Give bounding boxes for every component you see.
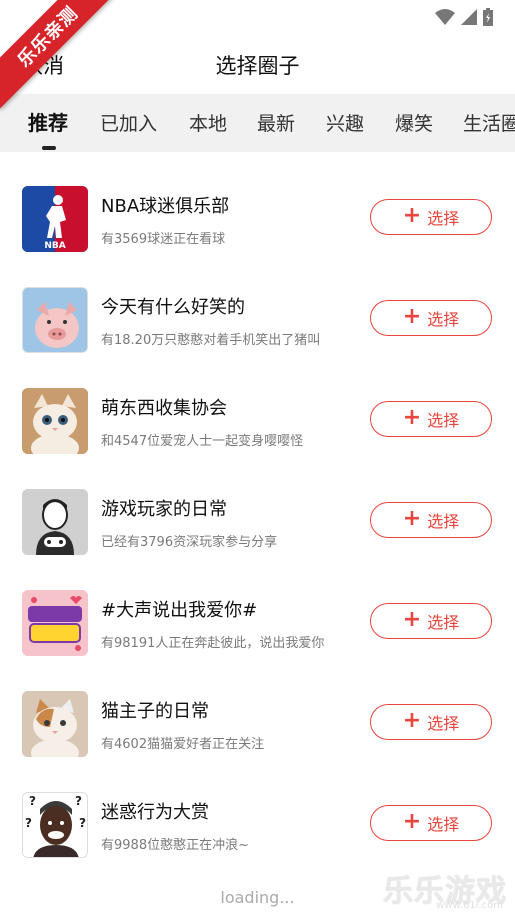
circle-name: 游戏玩家的日常 bbox=[101, 499, 227, 520]
circle-desc: 有3569球迷正在看球 bbox=[101, 232, 226, 247]
plus-icon: + bbox=[402, 405, 422, 430]
plus-icon: + bbox=[402, 203, 422, 228]
list-item[interactable]: ? ? ? ? 迷惑行为大赏 有9988位憨憨正在冲浪~ + 选择 bbox=[0, 758, 515, 859]
list-item[interactable]: 萌东西收集协会 和4547位爱宠人士一起变身嘤嘤怪 + 选择 bbox=[0, 354, 515, 455]
select-button[interactable]: + 选择 bbox=[370, 603, 492, 639]
header: 取消 选择圈子 bbox=[0, 36, 515, 94]
nba-logo-icon: NBA bbox=[22, 186, 88, 252]
circle-desc: 有98191人正在奔赴彼此，说出我爱你 bbox=[101, 636, 325, 651]
tab-joined[interactable]: 已加入 bbox=[100, 109, 157, 136]
circle-desc: 已经有3796资深玩家参与分享 bbox=[101, 535, 278, 550]
tab-recommend[interactable]: 推荐 bbox=[28, 107, 68, 136]
plus-icon: + bbox=[402, 809, 422, 834]
select-button[interactable]: + 选择 bbox=[370, 805, 492, 841]
select-button[interactable]: + 选择 bbox=[370, 401, 492, 437]
category-tabs: 推荐 已加入 本地 最新 兴趣 爆笑 生活圈 bbox=[0, 94, 515, 152]
circle-desc: 有4602猫猫爱好者正在关注 bbox=[101, 737, 265, 752]
list-item[interactable]: 游戏玩家的日常 已经有3796资深玩家参与分享 + 选择 bbox=[0, 455, 515, 556]
plus-icon: + bbox=[402, 607, 422, 632]
svg-text:NBA: NBA bbox=[44, 241, 65, 251]
battery-icon bbox=[483, 8, 493, 26]
select-button[interactable]: + 选择 bbox=[370, 502, 492, 538]
circle-desc: 和4547位爱宠人士一起变身嘤嘤怪 bbox=[101, 434, 304, 449]
wifi-icon bbox=[435, 9, 455, 25]
svg-text:?: ? bbox=[79, 816, 86, 830]
tab-funny[interactable]: 爆笑 bbox=[395, 109, 433, 136]
svg-text:?: ? bbox=[25, 816, 32, 830]
plus-icon: + bbox=[402, 506, 422, 531]
circle-name: 萌东西收集协会 bbox=[101, 398, 227, 419]
tab-latest[interactable]: 最新 bbox=[257, 109, 295, 136]
tab-interest[interactable]: 兴趣 bbox=[326, 109, 364, 136]
tab-local[interactable]: 本地 bbox=[189, 109, 227, 136]
tab-life[interactable]: 生活圈 bbox=[463, 109, 515, 136]
page-title: 选择圈子 bbox=[215, 54, 300, 78]
tab-indicator bbox=[42, 146, 56, 150]
circle-name: #大声说出我爱你# bbox=[101, 600, 258, 621]
select-button[interactable]: + 选择 bbox=[370, 199, 492, 235]
pig-photo-icon bbox=[22, 287, 88, 353]
signal-icon bbox=[461, 9, 477, 25]
list-item[interactable]: 今天有什么好笑的 有18.20万只憨憨对着手机笑出了猪叫 + 选择 bbox=[0, 253, 515, 354]
confused-man-icon: ? ? ? ? bbox=[22, 792, 88, 858]
circle-desc: 有18.20万只憨憨对着手机笑出了猪叫 bbox=[101, 333, 321, 348]
cat-photo-icon bbox=[22, 691, 88, 757]
circle-name: 今天有什么好笑的 bbox=[101, 297, 245, 318]
watermark-url: www.61l.com bbox=[436, 900, 503, 911]
plus-icon: + bbox=[402, 304, 422, 329]
circle-name: 迷惑行为大赏 bbox=[101, 802, 209, 823]
kitten-photo-icon bbox=[22, 388, 88, 454]
gamer-icon bbox=[22, 489, 88, 555]
list-item[interactable]: #大声说出我爱你# 有98191人正在奔赴彼此，说出我爱你 + 选择 bbox=[0, 556, 515, 657]
circle-name: NBA球迷俱乐部 bbox=[101, 196, 230, 217]
love-poster-icon bbox=[22, 590, 88, 656]
plus-icon: + bbox=[402, 708, 422, 733]
list-item[interactable]: NBA NBA球迷俱乐部 有3569球迷正在看球 + 选择 bbox=[0, 152, 515, 253]
circle-name: 猫主子的日常 bbox=[101, 701, 209, 722]
svg-text:?: ? bbox=[29, 794, 36, 808]
svg-text:?: ? bbox=[75, 794, 82, 808]
select-button[interactable]: + 选择 bbox=[370, 704, 492, 740]
list-item[interactable]: 猫主子的日常 有4602猫猫爱好者正在关注 + 选择 bbox=[0, 657, 515, 758]
select-button[interactable]: + 选择 bbox=[370, 300, 492, 336]
circle-desc: 有9988位憨憨正在冲浪~ bbox=[101, 838, 249, 853]
